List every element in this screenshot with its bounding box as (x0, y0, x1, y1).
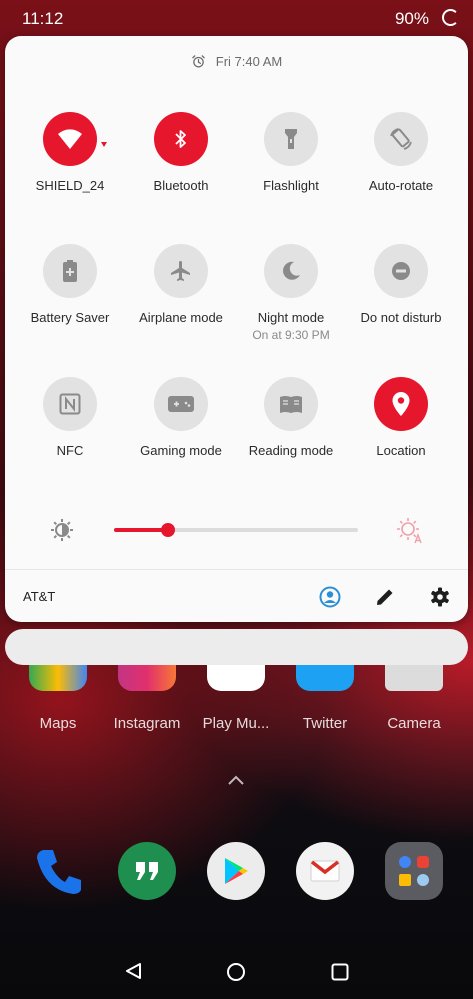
instagram-icon[interactable] (118, 665, 176, 691)
status-bar: 11:12 90% (0, 0, 473, 36)
book-icon (280, 396, 302, 413)
carrier-name: AT&T (23, 589, 56, 604)
alarm-time: Fri 7:40 AM (215, 54, 283, 69)
edit-pencil-icon[interactable] (375, 587, 395, 607)
do-not-disturb-tile-button[interactable] (374, 244, 428, 298)
gamepad-icon (168, 396, 194, 412)
tile-label: Bluetooth (153, 178, 209, 193)
maps-icon[interactable] (29, 665, 87, 691)
app-drawer-chevron-icon[interactable] (227, 774, 245, 786)
brightness-row (5, 512, 468, 552)
app-label-maps[interactable]: Maps (8, 715, 108, 732)
app-label-instagram[interactable]: Instagram (97, 715, 197, 732)
tile-label: Location (376, 443, 426, 458)
battery-icon (442, 9, 459, 26)
recents-icon[interactable] (331, 963, 349, 981)
alarm-clock-icon (192, 55, 205, 68)
airplane-mode-tile-button[interactable] (154, 244, 208, 298)
auto-rotate-icon (390, 128, 412, 150)
app-label-twitter[interactable]: Twitter (275, 715, 375, 732)
airplane-icon (171, 261, 190, 281)
reading-mode-tile-button[interactable] (264, 377, 318, 431)
tile-reading-mode[interactable]: Reading mode (236, 377, 346, 458)
battery-saver-icon (63, 260, 77, 282)
app-label-camera[interactable]: Camera (364, 715, 464, 732)
do-not-disturb-icon (392, 262, 410, 280)
flashlight-tile-button[interactable] (264, 112, 318, 166)
tile-sublabel: On at 9:30 PM (252, 328, 330, 342)
tile-label: SHIELD_24 (35, 178, 105, 193)
back-icon[interactable] (124, 962, 142, 980)
tile-nfc[interactable]: NFC (15, 377, 125, 458)
wifi-tile-button[interactable] (43, 112, 107, 166)
next-alarm[interactable]: Fri 7:40 AM (5, 54, 468, 74)
night-mode-tile-button[interactable] (264, 244, 318, 298)
auto-brightness-icon[interactable] (396, 516, 424, 544)
tile-label: Airplane mode (139, 310, 223, 325)
moon-icon (283, 261, 300, 280)
play-store-icon[interactable] (207, 842, 265, 900)
home-icon[interactable] (226, 962, 246, 982)
bluetooth-icon (175, 130, 186, 148)
navigation-bar (0, 940, 473, 999)
tile-do-not-disturb[interactable]: Do not disturb (346, 244, 456, 325)
brightness-slider-thumb[interactable] (160, 523, 175, 537)
tile-auto-rotate[interactable]: Auto-rotate (346, 112, 456, 193)
app-label-play-music[interactable]: Play Mu... (186, 715, 286, 732)
twitter-icon[interactable] (296, 665, 354, 691)
brightness-low-icon (51, 519, 73, 541)
tile-label: NFC (56, 443, 84, 458)
location-pin-icon (392, 392, 410, 416)
location-tile-button[interactable] (374, 377, 428, 431)
tile-label: Battery Saver (30, 310, 110, 325)
hangouts-icon[interactable] (118, 842, 176, 900)
wifi-icon (58, 129, 82, 149)
tile-label: Do not disturb (360, 310, 442, 325)
tile-label: Flashlight (263, 178, 319, 193)
play-music-icon[interactable] (207, 665, 265, 691)
auto-rotate-tile-button[interactable] (374, 112, 428, 166)
gaming-mode-tile-button[interactable] (154, 377, 208, 431)
quick-settings-footer: AT&T (5, 569, 468, 623)
tile-flashlight[interactable]: Flashlight (236, 112, 346, 193)
tile-airplane-mode[interactable]: Airplane mode (126, 244, 236, 325)
brightness-slider-fill (114, 528, 168, 532)
bluetooth-tile-button[interactable] (154, 112, 208, 166)
camera-icon[interactable] (385, 665, 443, 691)
tile-label: Auto-rotate (368, 178, 434, 193)
tile-label: Night mode (257, 310, 325, 325)
tile-battery-saver[interactable]: Battery Saver (15, 244, 125, 325)
tile-label: Reading mode (248, 443, 334, 458)
flashlight-icon (285, 129, 297, 149)
brightness-slider[interactable] (114, 523, 358, 537)
notification-handle[interactable] (5, 629, 468, 665)
tile-night-mode[interactable]: Night mode On at 9:30 PM (236, 244, 346, 342)
battery-percentage: 90% (394, 9, 429, 28)
tile-wifi[interactable]: SHIELD_24 (15, 112, 125, 193)
nfc-icon (59, 393, 81, 415)
quick-settings-panel: Fri 7:40 AM SHIELD_24 Bluetooth Flashlig… (5, 36, 468, 622)
tile-label: Gaming mode (140, 443, 222, 458)
wifi-dropdown-icon[interactable] (101, 142, 107, 147)
home-app-row: Maps Instagram Play Mu... Twitter Camera (0, 665, 473, 745)
tile-location[interactable]: Location (346, 377, 456, 458)
settings-gear-icon[interactable] (430, 587, 450, 607)
user-account-icon[interactable] (319, 586, 341, 608)
tile-gaming-mode[interactable]: Gaming mode (126, 377, 236, 458)
google-folder-icon[interactable] (385, 842, 443, 900)
status-time: 11:12 (22, 9, 64, 28)
battery-saver-tile-button[interactable] (43, 244, 97, 298)
tile-bluetooth[interactable]: Bluetooth (126, 112, 236, 193)
gmail-icon[interactable] (296, 842, 354, 900)
nfc-tile-button[interactable] (43, 377, 97, 431)
phone-icon[interactable] (29, 842, 87, 900)
